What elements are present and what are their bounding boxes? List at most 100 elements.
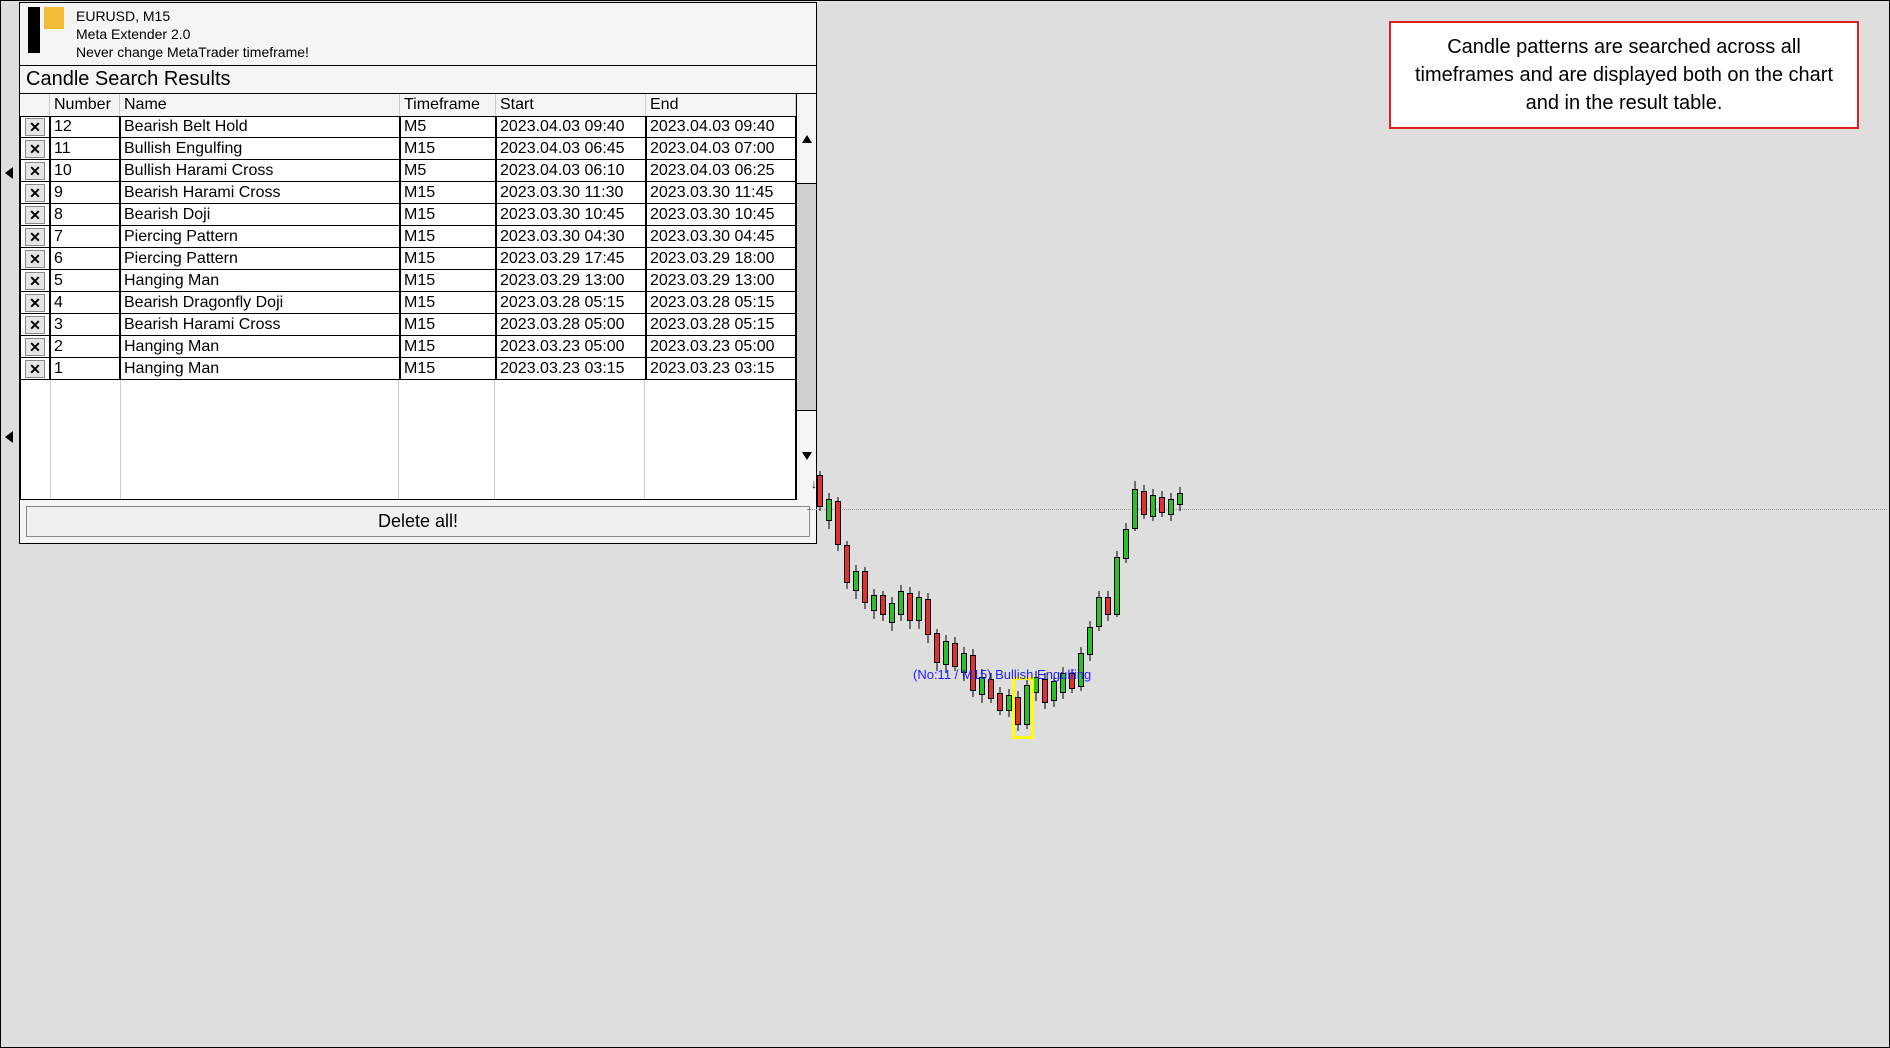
cell-start: 2023.03.28 05:15 [496,292,646,314]
col-timeframe[interactable]: Timeframe [400,94,496,116]
cell-timeframe: M15 [400,204,496,226]
cell-start: 2023.03.30 10:45 [496,204,646,226]
cell-name: Bearish Doji [120,204,400,226]
table-row[interactable]: ✕12Bearish Belt HoldM52023.04.03 09:4020… [20,116,796,138]
cell-end: 2023.03.29 18:00 [646,248,796,270]
cell-start: 2023.03.30 11:30 [496,182,646,204]
cell-name: Hanging Man [120,336,400,358]
table-row[interactable]: ✕2Hanging ManM152023.03.23 05:002023.03.… [20,336,796,358]
cell-name: Hanging Man [120,270,400,292]
table-row[interactable]: ✕5Hanging ManM152023.03.29 13:002023.03.… [20,270,796,292]
row-delete-button[interactable]: ✕ [25,250,45,268]
table-row[interactable]: ✕7Piercing PatternM152023.03.30 04:30202… [20,226,796,248]
cell-name: Bearish Harami Cross [120,182,400,204]
cell-number: 3 [50,314,120,336]
cell-end: 2023.04.03 06:25 [646,160,796,182]
table-empty-area [20,380,796,500]
row-delete-button[interactable]: ✕ [25,338,45,356]
cell-timeframe: M15 [400,270,496,292]
cell-end: 2023.03.23 03:15 [646,358,796,380]
cell-timeframe: M5 [400,160,496,182]
col-number[interactable]: Number [50,94,120,116]
cell-timeframe: M15 [400,138,496,160]
cell-name: Bearish Harami Cross [120,314,400,336]
cell-timeframe: M15 [400,336,496,358]
cell-name: Hanging Man [120,358,400,380]
cell-number: 10 [50,160,120,182]
header-tagline: Never change MetaTrader timeframe! [76,43,309,61]
cell-end: 2023.03.23 05:00 [646,336,796,358]
cell-timeframe: M15 [400,292,496,314]
cell-end: 2023.03.30 10:45 [646,204,796,226]
cell-start: 2023.03.29 13:00 [496,270,646,292]
row-delete-button[interactable]: ✕ [25,184,45,202]
table-row[interactable]: ✕1Hanging ManM152023.03.23 03:152023.03.… [20,358,796,380]
cell-number: 1 [50,358,120,380]
results-panel: EURUSD, M15 Meta Extender 2.0 Never chan… [19,2,817,544]
cell-number: 5 [50,270,120,292]
cell-number: 11 [50,138,120,160]
row-delete-button[interactable]: ✕ [25,360,45,378]
cell-timeframe: M15 [400,248,496,270]
table-scrollbar[interactable] [796,94,816,500]
cell-name: Bearish Dragonfly Doji [120,292,400,314]
row-delete-button[interactable]: ✕ [25,140,45,158]
cell-name: Bullish Harami Cross [120,160,400,182]
row-delete-button[interactable]: ✕ [25,118,45,136]
row-delete-button[interactable]: ✕ [25,228,45,246]
pattern-highlight-box [1012,677,1034,739]
row-delete-button[interactable]: ✕ [25,294,45,312]
table-row[interactable]: ✕8Bearish DojiM152023.03.30 10:452023.03… [20,204,796,226]
collapse-arrow-top[interactable] [3,165,17,183]
cell-end: 2023.03.30 11:45 [646,182,796,204]
collapse-arrow-bottom[interactable] [3,429,17,447]
cell-end: 2023.04.03 09:40 [646,116,796,138]
table-row[interactable]: ✕ 3Bearish Harami CrossM152023.03.28 05:0… [20,314,796,336]
col-start[interactable]: Start [496,94,646,116]
cell-start: 2023.03.23 03:15 [496,358,646,380]
cell-number: 7 [50,226,120,248]
cell-end: 2023.03.28 05:15 [646,292,796,314]
cell-end: 2023.03.29 13:00 [646,270,796,292]
delete-all-button[interactable]: Delete all! [26,506,810,537]
table-row[interactable]: ✕6Piercing PatternM152023.03.29 17:45202… [20,248,796,270]
scroll-track[interactable] [797,184,816,410]
cell-start: 2023.04.03 06:10 [496,160,646,182]
col-name[interactable]: Name [120,94,400,116]
panel-header: EURUSD, M15 Meta Extender 2.0 Never chan… [20,3,816,66]
table-row[interactable]: ✕11Bullish EngulfingM152023.04.03 06:452… [20,138,796,160]
header-product: Meta Extender 2.0 [76,25,309,43]
cell-number: 12 [50,116,120,138]
cell-number: 2 [50,336,120,358]
cell-timeframe: M15 [400,358,496,380]
table-header-row: Number Name Timeframe Start End [20,94,796,116]
cell-start: 2023.03.29 17:45 [496,248,646,270]
cell-name: Piercing Pattern [120,248,400,270]
table-row[interactable]: ✕9Bearish Harami CrossM152023.03.30 11:3… [20,182,796,204]
annotation-callout: Candle patterns are searched across all … [1389,21,1859,129]
table-row[interactable]: ✕ 10Bullish Harami CrossM52023.04.03 06:1… [20,160,796,182]
scroll-up-icon[interactable] [797,94,816,184]
cell-number: 9 [50,182,120,204]
cell-name: Bearish Belt Hold [120,116,400,138]
cell-timeframe: M5 [400,116,496,138]
cell-start: 2023.03.30 04:30 [496,226,646,248]
cell-number: 8 [50,204,120,226]
cell-start: 2023.03.23 05:00 [496,336,646,358]
candlestick-chart[interactable]: ↓ (No:11 / M15) Bullish Engulfing [817,471,1187,771]
cell-end: 2023.04.03 07:00 [646,138,796,160]
product-logo-icon [26,7,66,53]
cell-start: 2023.03.28 05:00 [496,314,646,336]
cell-number: 4 [50,292,120,314]
row-delete-button[interactable]: ✕ [25,316,45,334]
cell-end: 2023.03.28 05:15 [646,314,796,336]
cell-timeframe: M15 [400,226,496,248]
row-delete-button[interactable]: ✕ [25,206,45,224]
row-delete-button[interactable]: ✕ [25,272,45,290]
row-delete-button[interactable]: ✕ [25,162,45,180]
col-end[interactable]: End [646,94,796,116]
cell-start: 2023.04.03 06:45 [496,138,646,160]
cell-timeframe: M15 [400,314,496,336]
table-row[interactable]: ✕4Bearish Dragonfly DojiM152023.03.28 05… [20,292,796,314]
cell-start: 2023.04.03 09:40 [496,116,646,138]
